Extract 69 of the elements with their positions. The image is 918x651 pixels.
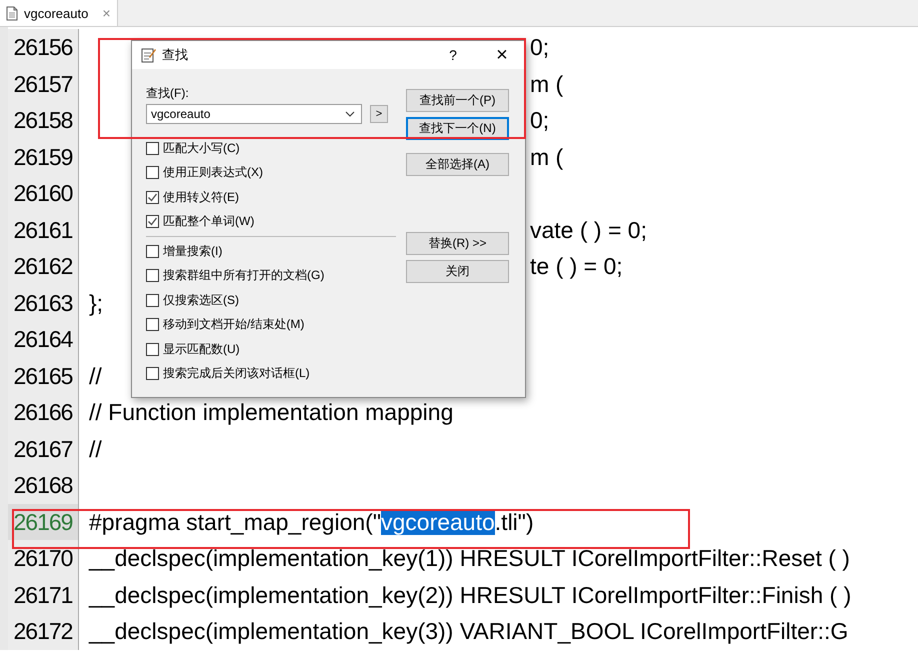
search-combobox[interactable]: vgcoreauto	[146, 104, 362, 124]
checkbox-label: 使用转义符(E)	[163, 188, 239, 206]
line-number: 26163	[8, 284, 79, 321]
checkbox-label: 使用正则表达式(X)	[163, 164, 263, 182]
notepad-icon	[140, 47, 156, 63]
dialog-button[interactable]: 查找前一个(P)	[406, 89, 509, 112]
dialog-button[interactable]: 全部选择(A)	[406, 153, 509, 176]
code-fragment: m (	[530, 142, 564, 172]
code-line: __declspec(implementation_key(3)) VARIANT_BOOL ICorelImportFilter::G	[89, 617, 848, 646]
checkbox[interactable]	[146, 190, 159, 204]
checkbox-label: 匹配整个单词(W)	[163, 213, 254, 230]
checkbox-label: 移动到文档开始/结束处(M)	[163, 316, 304, 334]
dialog-title: 查找	[162, 46, 189, 64]
code-line: __declspec(implementation_key(1)) HRESULT ICorelImportFilter::Reset ( )	[89, 544, 850, 574]
checkbox-label: 搜索完成后关闭该对话框(L)	[163, 365, 310, 382]
code-fragment: 0;	[530, 33, 550, 62]
close-icon[interactable]: ×	[102, 5, 111, 21]
checkbox[interactable]	[146, 269, 159, 282]
line-number: 26170	[8, 540, 79, 576]
checkbox-label: 仅搜索选区(S)	[163, 292, 239, 309]
checkbox-label: 搜索群组中所有打开的文档(G)	[163, 267, 324, 284]
line-number: 26171	[8, 576, 79, 613]
dialog-button[interactable]: 替换(R) >>	[406, 232, 509, 255]
code-fragment: te ( ) = 0;	[530, 252, 623, 282]
line-number: 26168	[8, 467, 79, 504]
code-line: };	[89, 288, 104, 318]
checkbox-label: 增量搜索(I)	[163, 242, 222, 260]
help-button[interactable]: ?	[433, 47, 473, 63]
field-value: vgcoreauto	[151, 107, 210, 121]
document-icon	[6, 6, 18, 20]
arrow-button[interactable]: >	[370, 105, 388, 123]
dialog-button[interactable]: 查找下一个(N)	[406, 117, 509, 140]
code-line: //	[89, 362, 102, 391]
checkbox[interactable]	[146, 318, 159, 332]
field-label: 查找(F):	[146, 85, 190, 102]
checkbox[interactable]	[146, 342, 159, 356]
document-tab[interactable]: vgcoreauto ×	[0, 0, 118, 26]
line-number: 26157	[8, 66, 79, 102]
line-number: 26166	[8, 394, 79, 430]
checkbox[interactable]	[146, 142, 159, 155]
code-fragment: 0;	[530, 106, 550, 136]
dialog-button[interactable]: 关闭	[406, 260, 509, 283]
line-number: 26172	[8, 613, 79, 650]
checkbox[interactable]	[146, 367, 159, 380]
line-number: 26162	[8, 248, 79, 284]
checkbox-label: 匹配大小写(C)	[163, 140, 240, 157]
line-number: 26159	[8, 138, 79, 175]
dropdown-caret-icon	[345, 111, 355, 117]
line-number: 26167	[8, 430, 79, 467]
code-line: #pragma start_map_region("vgcoreauto.tli")	[89, 508, 534, 537]
code-fragment: m (	[530, 70, 564, 99]
checkbox[interactable]	[146, 215, 159, 228]
checkbox-label: 显示匹配数(U)	[163, 340, 240, 358]
line-number: 26161	[8, 212, 79, 248]
line-number: 26165	[8, 358, 79, 394]
line-number: 26158	[8, 102, 79, 138]
checkbox[interactable]	[146, 166, 159, 180]
line-number: 26160	[8, 175, 79, 212]
line-number: 26169	[8, 504, 79, 540]
code-fragment: vate ( ) = 0;	[530, 216, 647, 245]
tab-title: vgcoreauto	[24, 6, 88, 20]
line-number: 26156	[8, 29, 79, 66]
close-button[interactable]: ×	[479, 44, 525, 66]
code-line: __declspec(implementation_key(2)) HRESULT ICorelImportFilter::Finish ( )	[89, 580, 852, 610]
checkbox[interactable]	[146, 294, 159, 307]
checkbox[interactable]	[146, 244, 159, 258]
line-number: 26164	[8, 321, 79, 358]
code-line: //	[89, 434, 102, 464]
code-line: // Function implementation mapping	[89, 398, 454, 428]
